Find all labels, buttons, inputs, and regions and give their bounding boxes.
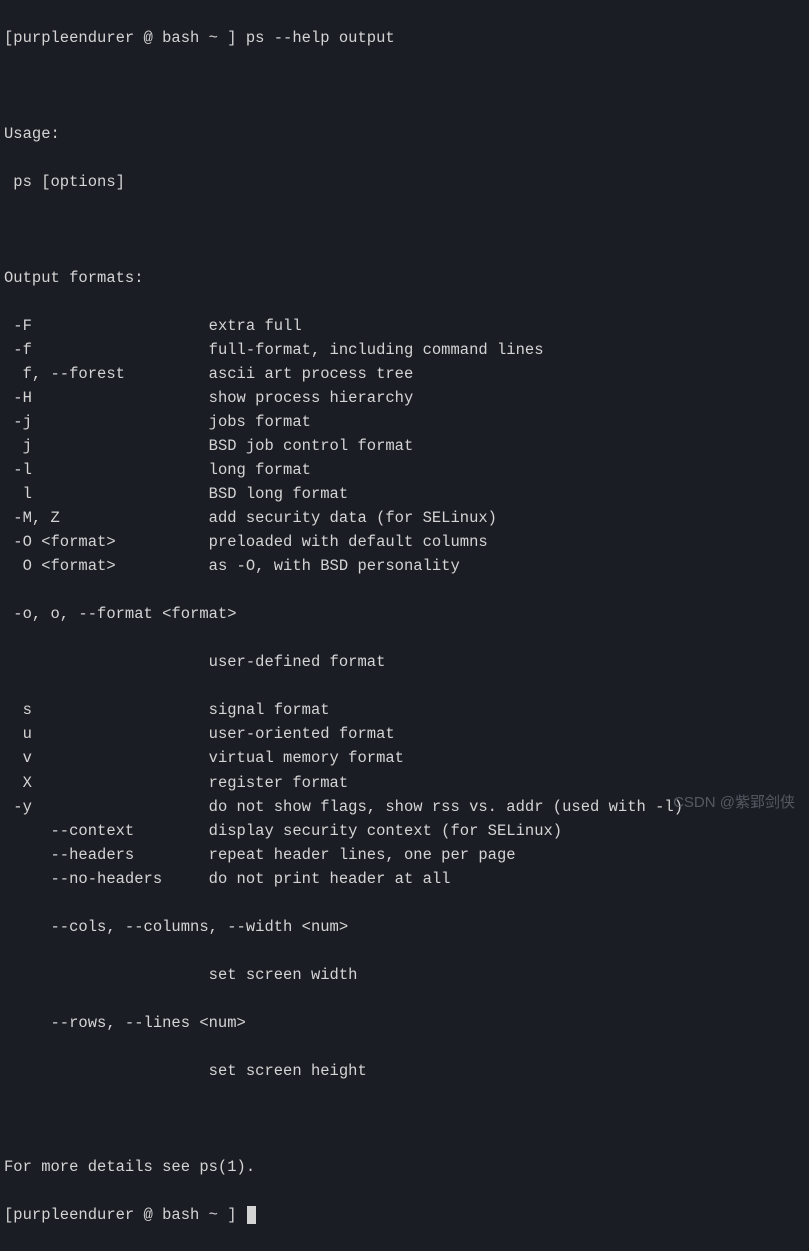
option-desc: set screen width (209, 966, 358, 984)
usage-line: ps [options] (4, 170, 805, 194)
option-line: l BSD long format (4, 482, 805, 506)
option-flag: f, --forest (4, 365, 209, 383)
option-pad (4, 966, 209, 984)
option-flag: v (4, 749, 209, 767)
terminal-output[interactable]: [purpleendurer @ bash ~ ] ps --help outp… (4, 2, 805, 1251)
option-line: -M, Z add security data (for SELinux) (4, 506, 805, 530)
option-line: -j jobs format (4, 410, 805, 434)
option-line: s signal format (4, 698, 805, 722)
option-desc: display security context (for SELinux) (209, 822, 562, 840)
option-line: f, --forest ascii art process tree (4, 362, 805, 386)
option-flag: u (4, 725, 209, 743)
option-desc: do not show flags, show rss vs. addr (us… (209, 798, 683, 816)
command-text: ps --help output (246, 29, 395, 47)
option-desc: show process hierarchy (209, 389, 414, 407)
format-desc-line: user-defined format (4, 650, 805, 674)
option-desc: long format (209, 461, 311, 479)
option-line: -H show process hierarchy (4, 386, 805, 410)
rows-desc-line: set screen height (4, 1059, 805, 1083)
option-desc: user-defined format (209, 653, 386, 671)
section-header: Output formats: (4, 266, 805, 290)
prompt-line-2: [purpleendurer @ bash ~ ] (4, 1203, 805, 1227)
option-flag: O <format> (4, 557, 209, 575)
prompt-text: [purpleendurer @ bash ~ ] (4, 1206, 246, 1224)
option-line: -F extra full (4, 314, 805, 338)
option-line: -f full-format, including command lines (4, 338, 805, 362)
rows-flag-line: --rows, --lines <num> (4, 1011, 805, 1035)
prompt-text: [purpleendurer @ bash ~ ] (4, 29, 246, 47)
option-flag: -j (4, 413, 209, 431)
cursor (247, 1206, 256, 1224)
option-line: -O <format> preloaded with default colum… (4, 530, 805, 554)
prompt-line-1: [purpleendurer @ bash ~ ] ps --help outp… (4, 26, 805, 50)
option-line: j BSD job control format (4, 434, 805, 458)
option-line: u user-oriented format (4, 722, 805, 746)
option-flag: --no-headers (4, 870, 209, 888)
option-desc: user-oriented format (209, 725, 395, 743)
option-line: -l long format (4, 458, 805, 482)
blank-line (4, 218, 805, 242)
format-flag-line: -o, o, --format <format> (4, 602, 805, 626)
option-desc: register format (209, 774, 349, 792)
option-line: O <format> as -O, with BSD personality (4, 554, 805, 578)
option-pad (4, 1062, 209, 1080)
option-flag: --context (4, 822, 209, 840)
option-desc: do not print header at all (209, 870, 451, 888)
blank-line (4, 74, 805, 98)
option-line: v virtual memory format (4, 746, 805, 770)
option-flag: X (4, 774, 209, 792)
option-flag: -F (4, 317, 209, 335)
option-flag: -M, Z (4, 509, 209, 527)
option-desc: extra full (209, 317, 302, 335)
cols-flag-line: --cols, --columns, --width <num> (4, 915, 805, 939)
footer-line: For more details see ps(1). (4, 1155, 805, 1179)
option-desc: BSD long format (209, 485, 349, 503)
option-flag: -O <format> (4, 533, 209, 551)
option-desc: jobs format (209, 413, 311, 431)
option-pad (4, 653, 209, 671)
option-flag: -l (4, 461, 209, 479)
option-line: --headers repeat header lines, one per p… (4, 843, 805, 867)
option-desc: signal format (209, 701, 330, 719)
option-desc: ascii art process tree (209, 365, 414, 383)
option-desc: virtual memory format (209, 749, 404, 767)
watermark: CSDN @紫郢剑侠 (673, 791, 795, 814)
option-flag: -H (4, 389, 209, 407)
option-flag: -f (4, 341, 209, 359)
option-flag: j (4, 437, 209, 455)
option-desc: as -O, with BSD personality (209, 557, 460, 575)
option-flag: -y (4, 798, 209, 816)
option-flag: s (4, 701, 209, 719)
cols-desc-line: set screen width (4, 963, 805, 987)
option-desc: set screen height (209, 1062, 367, 1080)
option-flag: --headers (4, 846, 209, 864)
option-desc: BSD job control format (209, 437, 414, 455)
option-desc: preloaded with default columns (209, 533, 488, 551)
option-desc: full-format, including command lines (209, 341, 544, 359)
option-flag: l (4, 485, 209, 503)
usage-header: Usage: (4, 122, 805, 146)
option-desc: add security data (for SELinux) (209, 509, 497, 527)
blank-line (4, 1107, 805, 1131)
option-desc: repeat header lines, one per page (209, 846, 516, 864)
option-line: --no-headers do not print header at all (4, 867, 805, 891)
option-line: --context display security context (for … (4, 819, 805, 843)
